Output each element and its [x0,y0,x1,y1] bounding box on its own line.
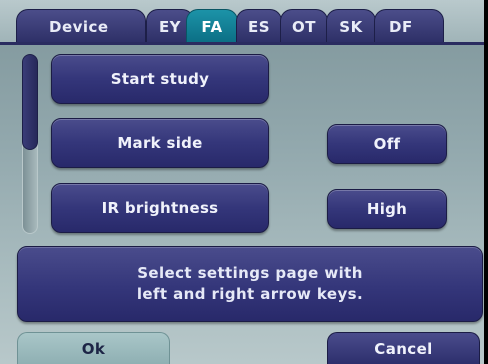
ok-button[interactable]: Ok [17,332,170,364]
tab-ot[interactable]: OT [280,9,328,43]
help-message-line2: left and right arrow keys. [136,285,364,303]
ir-brightness-button[interactable]: IR brightness [51,183,269,233]
help-message-line1: Select settings page with [137,264,363,282]
tab-underline [0,42,488,45]
tab-fa[interactable]: FA [186,9,238,43]
start-study-button[interactable]: Start study [51,54,269,104]
scrollbar-thumb[interactable] [22,54,38,150]
tab-device[interactable]: Device [16,9,146,43]
help-message: Select settings page with left and right… [17,246,483,322]
tab-sk[interactable]: SK [326,9,376,43]
ir-brightness-value[interactable]: High [327,189,447,229]
screen-edge [484,0,488,364]
mark-side-button[interactable]: Mark side [51,118,269,168]
cancel-button[interactable]: Cancel [327,332,480,364]
mark-side-value[interactable]: Off [327,124,447,164]
settings-screen: Device EY FA ES OT SK DF Start study Mar… [0,0,488,364]
tab-bar: Device EY FA ES OT SK DF [0,0,488,45]
tab-es[interactable]: ES [236,9,282,43]
tab-df[interactable]: DF [374,9,444,43]
